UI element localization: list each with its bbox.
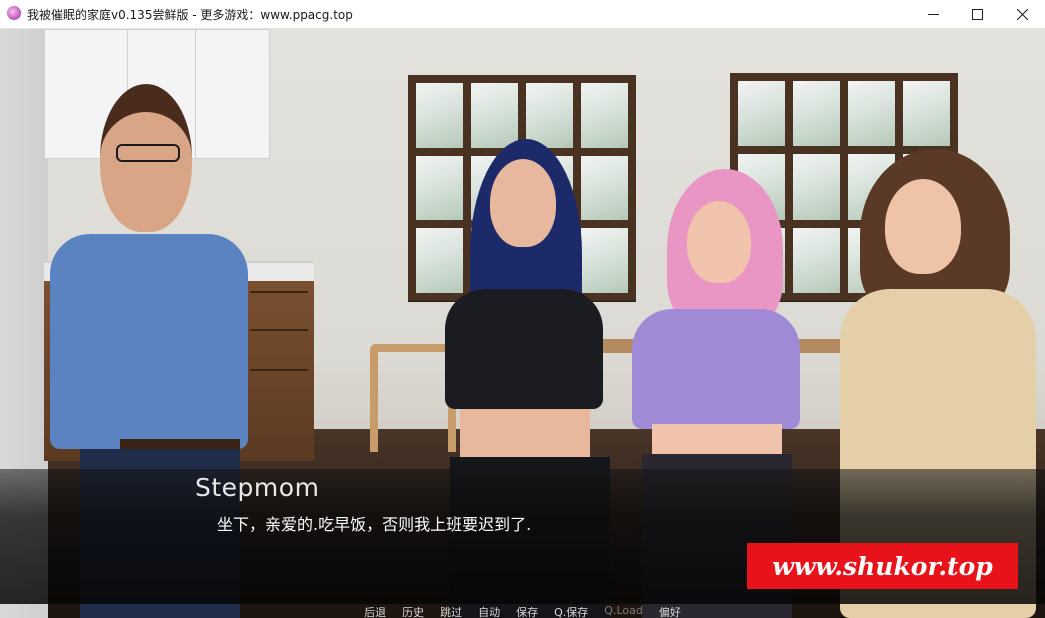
close-button[interactable] — [999, 0, 1045, 28]
game-scene[interactable]: Stepmom 坐下，亲爱的.吃早饭，否则我上班要迟到了. www.shukor… — [0, 29, 1045, 618]
dialogue-text: 坐下，亲爱的.吃早饭，否则我上班要迟到了. — [217, 515, 532, 534]
quick-menu-skip[interactable]: 跳过 — [432, 604, 470, 618]
watermark-text: www.shukor.top — [772, 551, 993, 581]
quick-menu-auto[interactable]: 自动 — [470, 604, 508, 618]
minimize-button[interactable] — [910, 0, 956, 28]
game-window: 我被催眠的家庭v0.135尝鲜版 - 更多游戏：www.ppacg.top St… — [0, 0, 1045, 618]
speaker-name: Stepmom — [195, 473, 320, 502]
minimize-icon — [927, 13, 939, 15]
maximize-button[interactable] — [954, 0, 1000, 28]
close-icon — [1016, 8, 1028, 20]
quick-menu-preferences[interactable]: 偏好 — [651, 604, 689, 618]
maximize-icon — [971, 8, 983, 20]
watermark-banner: www.shukor.top — [747, 543, 1018, 589]
title-bar[interactable]: 我被催眠的家庭v0.135尝鲜版 - 更多游戏：www.ppacg.top — [0, 0, 1045, 29]
quick-menu-quick-save[interactable]: Q.保存 — [546, 604, 596, 618]
quick-menu-back[interactable]: 后退 — [356, 604, 394, 618]
quick-menu-save[interactable]: 保存 — [508, 604, 546, 618]
quick-menu-quick-load[interactable]: Q.Load — [596, 604, 651, 618]
quick-menu-history[interactable]: 历史 — [394, 604, 432, 618]
quick-menu: 后退 历史 跳过 自动 保存 Q.保存 Q.Load 偏好 — [0, 604, 1045, 618]
window-title: 我被催眠的家庭v0.135尝鲜版 - 更多游戏：www.ppacg.top — [27, 8, 353, 22]
app-icon — [7, 6, 21, 20]
